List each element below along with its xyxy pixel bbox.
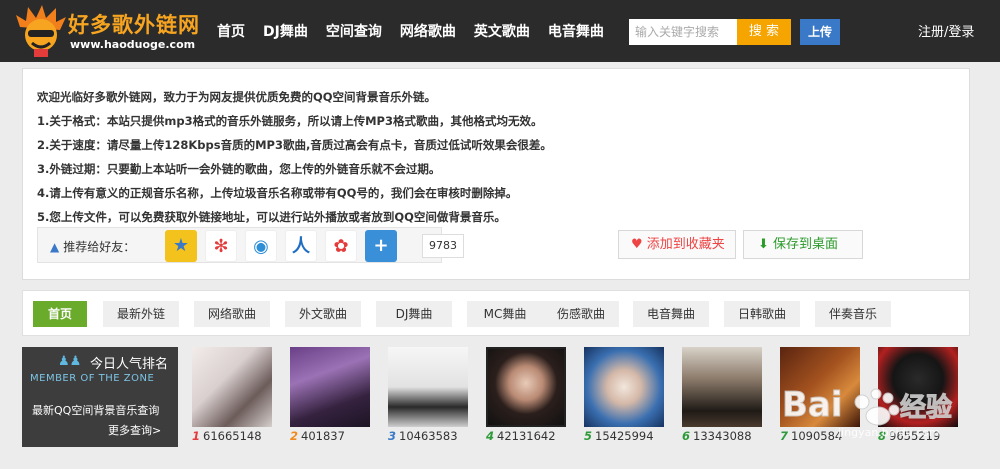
save-to-desktop-button[interactable]: ⬇ 保存到桌面	[743, 230, 863, 259]
top-header: 好多歌外链网 www.haoduoge.com 首页 DJ舞曲 空间查询 网络歌…	[0, 0, 1000, 62]
user-id: 6 13343088	[682, 429, 752, 443]
category-home[interactable]: 首页	[33, 301, 87, 327]
notice-link: 5.您上传文件，可以免费获取外链接地址，可以进行站外播放或者放到QQ空间做背景音…	[37, 210, 506, 224]
add-favorite-button[interactable]: ♥ 添加到收藏夹	[618, 230, 736, 259]
category-sad-songs[interactable]: 伤感歌曲	[543, 301, 619, 327]
ranking-subtitle: MEMBER OF THE ZONE	[30, 373, 155, 384]
user-id: 1 61665148	[192, 429, 262, 443]
svg-text:经验: 经验	[900, 392, 952, 423]
category-bar: 首页 最新外链 网络歌曲 外文歌曲 DJ舞曲 MC舞曲 伤感歌曲 电音舞曲 日韩…	[22, 290, 970, 336]
share-count: 9783	[422, 234, 464, 258]
kaixin-icon[interactable]: ✿	[325, 230, 357, 262]
user-avatar[interactable]	[682, 347, 762, 427]
category-web-songs[interactable]: 网络歌曲	[194, 301, 270, 327]
ranking-query-line[interactable]: 最新QQ空间背景音乐查询	[32, 402, 159, 418]
user-avatar[interactable]	[192, 347, 272, 427]
svg-text:jingyan.baidu.com: jingyan.baidu.com	[837, 426, 940, 439]
ranked-user: 2 401837	[290, 347, 370, 443]
user-id: 2 401837	[290, 429, 345, 443]
share-label: ▲ 推荐给好友：	[50, 240, 136, 254]
user-avatar[interactable]	[486, 347, 566, 427]
notice-expiry: 3.外链过期：只要勤上本站听一会外链的歌曲，您上传的外链音乐就不会过期。	[37, 162, 441, 176]
notice-naming: 4.请上传有意义的正规音乐名称，上传垃圾音乐名称或带有QQ号的，我们会在审核时删…	[37, 186, 518, 200]
notice-speed: 2.关于速度：请尽量上传128Kbps音质的MP3歌曲,音质过高会有点卡，音质过…	[37, 138, 552, 152]
search-input[interactable]	[629, 19, 737, 45]
nav-dj[interactable]: DJ舞曲	[254, 21, 317, 41]
nav-space-search[interactable]: 空间查询	[317, 21, 391, 41]
category-instrumental[interactable]: 伴奏音乐	[815, 301, 891, 327]
user-id: 3 10463583	[388, 429, 458, 443]
ranked-user: 1 61665148	[192, 347, 272, 443]
register-login-link[interactable]: 注册/登录	[918, 21, 974, 40]
ranking-title: 今日人气排名	[90, 357, 169, 372]
thumbs-up-icon: ▲	[50, 240, 60, 254]
ranked-user: 3 10463583	[388, 347, 468, 443]
category-mc[interactable]: MC舞曲	[467, 301, 543, 327]
notice-welcome: 欢迎光临好多歌外链网，致力于为网友提供优质免费的QQ空间背景音乐外链。	[37, 90, 437, 104]
svg-text:Bai: Bai	[782, 385, 843, 425]
nav-english-songs[interactable]: 英文歌曲	[465, 21, 539, 41]
ranked-user: 4 42131642	[486, 347, 566, 443]
category-edm[interactable]: 电音舞曲	[633, 301, 709, 327]
ranking-panel: ♟♟ 今日人气排名 MEMBER OF THE ZONE 最新QQ空间背景音乐查…	[22, 347, 178, 447]
baidu-jingyan-watermark: Bai 经验 jingyan.baidu.com	[782, 385, 953, 440]
share-bar: ▲ 推荐给好友： ★ ✻ ◉ 人 ✿ + 9783	[37, 227, 464, 263]
search-button[interactable]: 搜 索	[737, 19, 791, 45]
category-jpkr[interactable]: 日韩歌曲	[724, 301, 800, 327]
nav-edm[interactable]: 电音舞曲	[539, 21, 613, 41]
mascot-icon	[16, 5, 66, 57]
notice-panel: 欢迎光临好多歌外链网，致力于为网友提供优质免费的QQ空间背景音乐外链。 1.关于…	[22, 68, 970, 280]
tencent-weibo-icon[interactable]: ◉	[245, 230, 277, 262]
more-share-icon[interactable]: +	[365, 230, 397, 262]
heart-icon: ♥	[631, 237, 643, 252]
user-id: 5 15425994	[584, 429, 654, 443]
category-foreign-songs[interactable]: 外文歌曲	[285, 301, 361, 327]
download-arrow-icon: ⬇	[758, 237, 769, 252]
main-nav: 首页 DJ舞曲 空间查询 网络歌曲 英文歌曲 电音舞曲	[208, 0, 613, 62]
logo-url: www.haoduoge.com	[70, 38, 196, 51]
ranked-user: 6 13343088	[682, 347, 762, 443]
site-logo[interactable]: 好多歌外链网 www.haoduoge.com	[14, 3, 204, 59]
user-avatar[interactable]	[388, 347, 468, 427]
user-avatar[interactable]	[584, 347, 664, 427]
upload-button[interactable]: 上传	[800, 19, 840, 45]
renren-icon[interactable]: 人	[285, 230, 317, 262]
weibo-icon[interactable]: ✻	[205, 230, 237, 262]
nav-web-songs[interactable]: 网络歌曲	[391, 21, 465, 41]
ranked-user: 5 15425994	[584, 347, 664, 443]
category-latest[interactable]: 最新外链	[103, 301, 179, 327]
more-query-link[interactable]: 更多查询>	[108, 422, 161, 438]
notice-format: 1.关于格式：本站只提供mp3格式的音乐外链服务，所以请上传MP3格式歌曲，其他…	[37, 114, 543, 128]
user-avatar[interactable]	[290, 347, 370, 427]
logo-name: 好多歌外链网	[68, 13, 200, 37]
category-dj[interactable]: DJ舞曲	[376, 301, 452, 327]
nav-home[interactable]: 首页	[208, 21, 254, 41]
qzone-icon[interactable]: ★	[165, 230, 197, 262]
user-id: 4 42131642	[486, 429, 556, 443]
people-icon: ♟♟	[58, 354, 82, 369]
